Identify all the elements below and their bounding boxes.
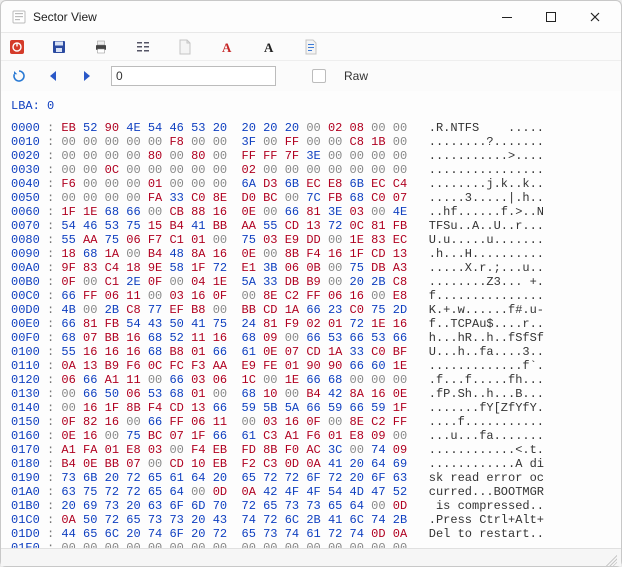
sector-input[interactable]: [111, 66, 276, 86]
content-area: LBA: 0 0000 : EB 52 90 4E 54 46 53 20 20…: [1, 91, 621, 548]
svg-text:A: A: [264, 40, 274, 55]
statusbar: [1, 548, 621, 566]
app-icon: [11, 9, 27, 25]
hex-row: 0080 : 55 AA 75 06 F7 C1 01 00 75 03 E9 …: [11, 233, 611, 247]
hex-row: 0190 : 73 6B 20 72 65 61 64 20 65 72 72 …: [11, 471, 611, 485]
options-icon[interactable]: [133, 37, 153, 57]
hex-row: 00A0 : 9F 83 C4 18 9E 58 1F 72 E1 3B 06 …: [11, 261, 611, 275]
save-icon[interactable]: [49, 37, 69, 57]
navbar: Raw: [1, 61, 621, 91]
raw-checkbox[interactable]: [312, 69, 326, 83]
hex-row: 00E0 : 66 81 FB 54 43 50 41 75 24 81 F9 …: [11, 317, 611, 331]
hex-row: 01C0 : 0A 50 72 65 73 73 20 43 74 72 6C …: [11, 513, 611, 527]
toolbar: A A: [1, 33, 621, 61]
raw-label: Raw: [344, 69, 368, 83]
window-title: Sector View: [33, 10, 97, 24]
hex-row: 00B0 : 0F 00 C1 2E 0F 00 04 1E 5A 33 DB …: [11, 275, 611, 289]
font-red-icon[interactable]: A: [217, 37, 237, 57]
hex-row: 0100 : 55 16 16 16 68 B8 01 66 61 0E 07 …: [11, 345, 611, 359]
close-button[interactable]: [573, 2, 617, 32]
hex-row: 0050 : 00 00 00 00 FA 33 C0 8E D0 BC 00 …: [11, 191, 611, 205]
svg-text:A: A: [222, 40, 232, 55]
hex-row: 0130 : 00 66 50 06 53 68 01 00 68 10 00 …: [11, 387, 611, 401]
hex-row: 00C0 : 66 FF 06 11 00 03 16 0F 00 8E C2 …: [11, 289, 611, 303]
print-icon[interactable]: [91, 37, 111, 57]
hex-row: 00D0 : 4B 00 2B C8 77 EF B8 00 BB CD 1A …: [11, 303, 611, 317]
hex-row: 0110 : 0A 13 B9 F6 0C FC F3 AA E9 FE 01 …: [11, 359, 611, 373]
hex-row: 0090 : 18 68 1A 00 B4 48 8A 16 0E 00 8B …: [11, 247, 611, 261]
minimize-button[interactable]: [485, 2, 529, 32]
hex-row: 00F0 : 68 07 BB 16 68 52 11 16 68 09 00 …: [11, 331, 611, 345]
maximize-button[interactable]: [529, 2, 573, 32]
hex-row: 0160 : 0E 16 00 75 BC 07 1F 66 61 C3 A1 …: [11, 429, 611, 443]
hex-row: 01E0 : 00 00 00 00 00 00 00 00 00 00 00 …: [11, 541, 611, 548]
page-link-icon[interactable]: [301, 37, 321, 57]
font-black-icon[interactable]: A: [259, 37, 279, 57]
hex-row: 0070 : 54 46 53 75 15 B4 41 BB AA 55 CD …: [11, 219, 611, 233]
window-controls: [485, 2, 617, 32]
hex-row: 0150 : 0F 82 16 00 66 FF 06 11 00 03 16 …: [11, 415, 611, 429]
resize-grip[interactable]: [603, 552, 617, 566]
forward-icon[interactable]: [77, 66, 97, 86]
hex-row: 01B0 : 20 69 73 20 63 6F 6D 70 72 65 73 …: [11, 499, 611, 513]
titlebar: Sector View: [1, 1, 621, 33]
hex-row: 0140 : 00 16 1F 8B F4 CD 13 66 59 5B 5A …: [11, 401, 611, 415]
power-icon[interactable]: [7, 37, 27, 57]
hex-row: 01D0 : 44 65 6C 20 74 6F 20 72 65 73 74 …: [11, 527, 611, 541]
app-window: Sector View A A Raw LBA: 0 0000 : EB 52 …: [0, 0, 622, 567]
hex-row: 0030 : 00 00 0C 00 00 00 00 00 02 00 00 …: [11, 163, 611, 177]
hex-row: 0170 : A1 FA 01 E8 03 00 F4 EB FD 8B F0 …: [11, 443, 611, 457]
hex-row: 01A0 : 63 75 72 72 65 64 00 0D 0A 42 4F …: [11, 485, 611, 499]
page-icon[interactable]: [175, 37, 195, 57]
hex-row: 0040 : F6 00 00 00 01 00 00 00 6A D3 6B …: [11, 177, 611, 191]
hex-dump[interactable]: 0000 : EB 52 90 4E 54 46 53 20 20 20 20 …: [11, 121, 611, 548]
hex-row: 0120 : 06 66 A1 11 00 66 03 06 1C 00 1E …: [11, 373, 611, 387]
back-icon[interactable]: [43, 66, 63, 86]
hex-row: 0010 : 00 00 00 00 00 F8 00 00 3F 00 FF …: [11, 135, 611, 149]
hex-row: 0060 : 1F 1E 68 66 00 CB 88 16 0E 00 66 …: [11, 205, 611, 219]
hex-row: 0180 : B4 0E BB 07 00 CD 10 EB F2 C3 0D …: [11, 457, 611, 471]
lba-indicator: LBA: 0: [11, 99, 611, 113]
hex-row: 0000 : EB 52 90 4E 54 46 53 20 20 20 20 …: [11, 121, 611, 135]
hex-row: 0020 : 00 00 00 00 80 00 80 00 FF FF 7F …: [11, 149, 611, 163]
refresh-icon[interactable]: [9, 66, 29, 86]
